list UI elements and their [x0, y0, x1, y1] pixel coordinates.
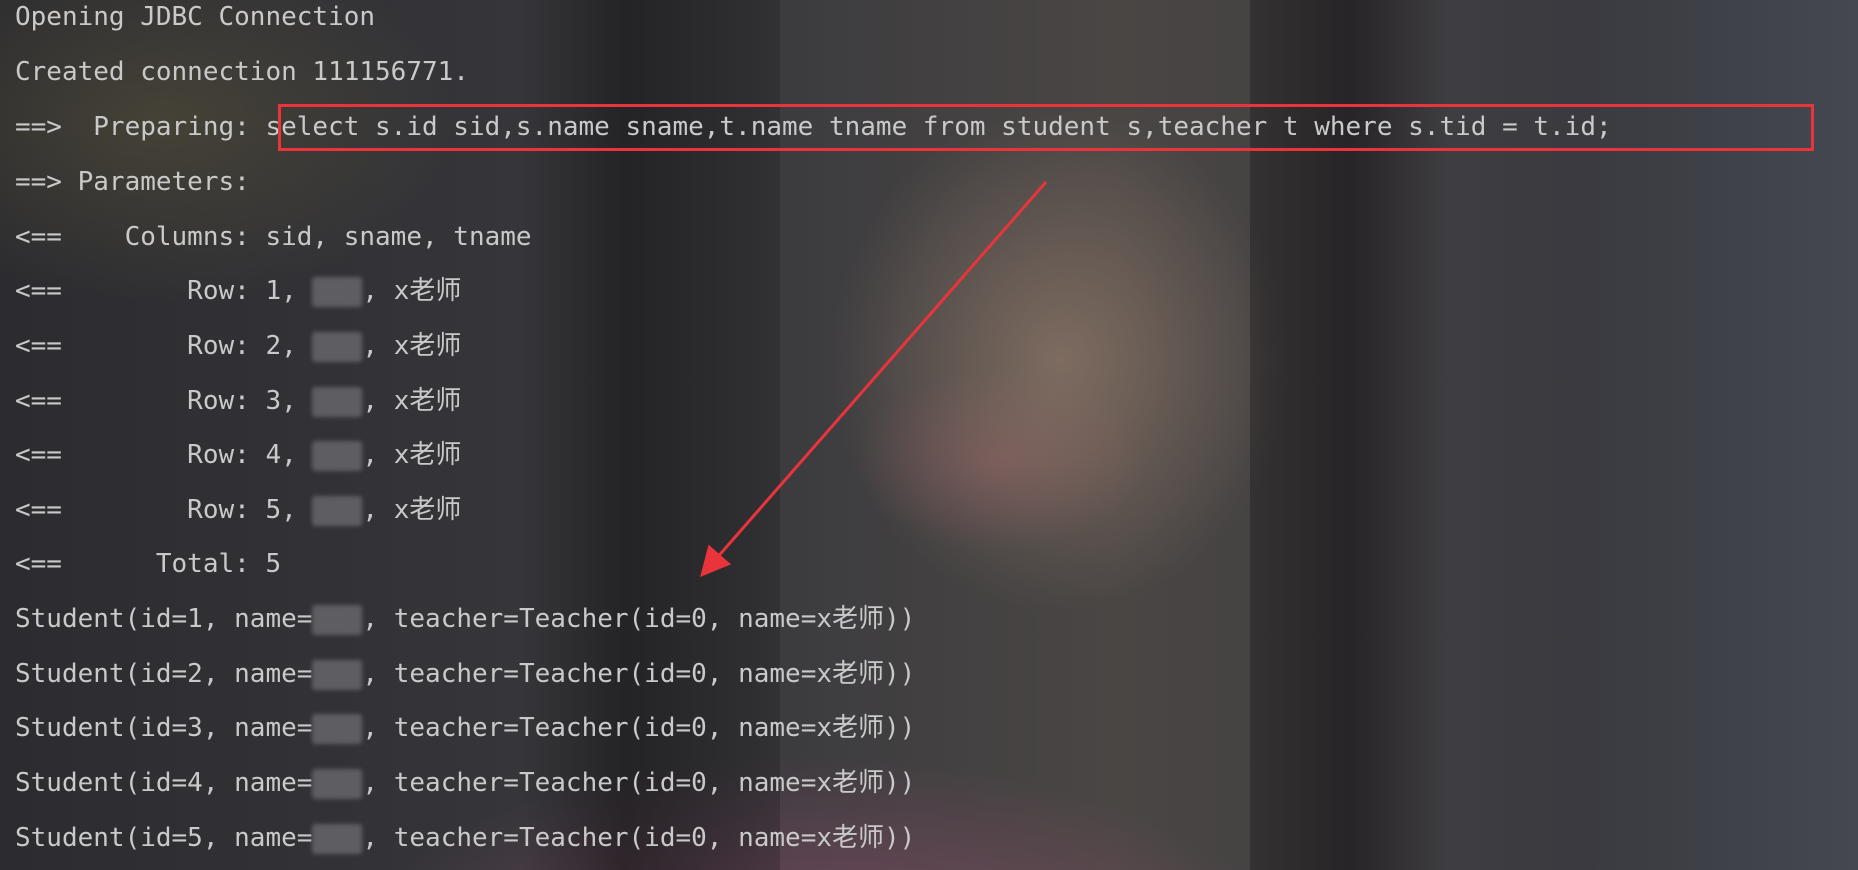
preparing-prefix: ==> Preparing:	[15, 112, 266, 142]
row-suffix: , x老师	[362, 276, 462, 306]
row-prefix: <== Row: 4,	[15, 440, 313, 470]
sql-highlight-box	[278, 104, 1814, 151]
row-prefix: <== Row: 5,	[15, 495, 313, 525]
student-prefix: Student(id=5, name=	[15, 823, 313, 853]
log-line-columns: <== Columns: sid, sname, tname	[15, 222, 532, 252]
console-output: Opening JDBC Connection Created connecti…	[0, 0, 1858, 870]
log-line-total: <== Total: 5	[15, 549, 282, 579]
row-prefix: <== Row: 1,	[15, 276, 313, 306]
log-line-created: Created connection 111156771.	[15, 57, 469, 87]
redacted-name	[312, 440, 363, 471]
row-prefix: <== Row: 2,	[15, 331, 313, 361]
log-line-opening: Opening JDBC Connection	[15, 2, 376, 32]
student-line: Student(id=2, name= , teacher=Teacher(id=…	[15, 654, 915, 694]
row-suffix: , x老师	[362, 386, 462, 416]
row-suffix: , x老师	[362, 495, 462, 525]
student-prefix: Student(id=1, name=	[15, 604, 313, 634]
redacted-name	[312, 276, 363, 307]
student-line: Student(id=4, name= , teacher=Teacher(id=…	[15, 763, 915, 803]
redacted-name	[312, 495, 363, 526]
log-line-row: <== Row: 3, , x老师	[15, 381, 461, 421]
row-prefix: <== Row: 3,	[15, 386, 313, 416]
student-line: Student(id=3, name= , teacher=Teacher(id=…	[15, 708, 915, 748]
redacted-name	[312, 659, 363, 690]
redacted-name	[312, 768, 363, 799]
redacted-name	[312, 331, 363, 362]
student-suffix: , teacher=Teacher(id=0, name=x老师))	[362, 659, 916, 689]
student-suffix: , teacher=Teacher(id=0, name=x老师))	[362, 823, 916, 853]
student-prefix: Student(id=3, name=	[15, 713, 313, 743]
student-prefix: Student(id=4, name=	[15, 768, 313, 798]
redacted-name	[312, 386, 363, 417]
redacted-name	[312, 823, 363, 854]
log-line-row: <== Row: 1, , x老师	[15, 271, 461, 311]
redacted-name	[312, 713, 363, 744]
row-suffix: , x老师	[362, 440, 462, 470]
log-line-row: <== Row: 2, , x老师	[15, 326, 461, 366]
redacted-name	[312, 604, 363, 635]
student-prefix: Student(id=2, name=	[15, 659, 313, 689]
student-suffix: , teacher=Teacher(id=0, name=x老师))	[362, 768, 916, 798]
student-line: Student(id=5, name= , teacher=Teacher(id=…	[15, 818, 915, 858]
log-line-row: <== Row: 4, , x老师	[15, 435, 461, 475]
student-suffix: , teacher=Teacher(id=0, name=x老师))	[362, 713, 916, 743]
student-suffix: , teacher=Teacher(id=0, name=x老师))	[362, 604, 916, 634]
row-suffix: , x老师	[362, 331, 462, 361]
log-line-parameters: ==> Parameters:	[15, 167, 266, 197]
student-line: Student(id=1, name= , teacher=Teacher(id=…	[15, 599, 915, 639]
log-line-row: <== Row: 5, , x老师	[15, 490, 461, 530]
